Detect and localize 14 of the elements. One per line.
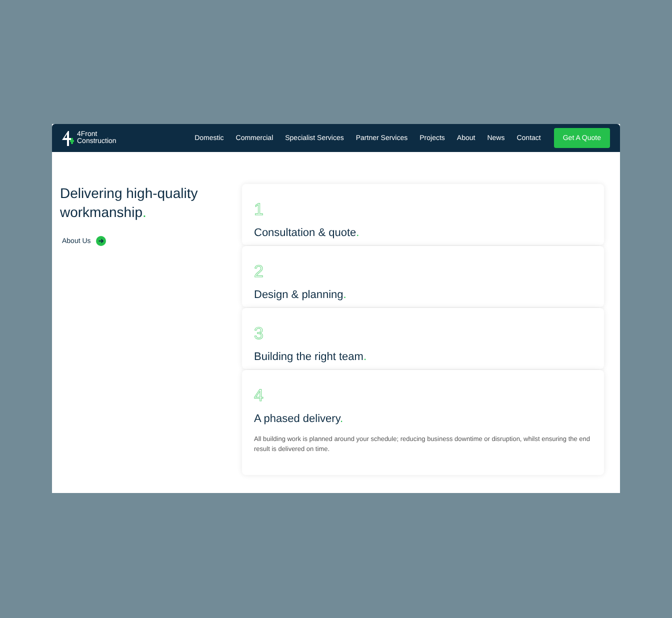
step-card[interactable]: 3 Building the right team. — [242, 308, 604, 369]
step-number: 2 — [254, 262, 264, 282]
step-title: A phased delivery. — [254, 413, 344, 425]
step-title: Building the right team. — [254, 351, 368, 363]
step-card[interactable]: 2 Design & planning. — [242, 246, 604, 307]
step-title: Consultation & quote. — [254, 227, 360, 239]
step-number: 1 — [254, 200, 264, 220]
section-heading: Delivering high-quality workmanship. — [60, 184, 199, 222]
step-number: 3 — [254, 324, 264, 344]
step-card[interactable]: 1 Consultation & quote. — [242, 184, 604, 245]
logo-icon — [62, 130, 74, 146]
arrow-icon — [96, 236, 106, 246]
step-number: 4 — [254, 386, 264, 406]
step-title: Design & planning. — [254, 289, 348, 301]
